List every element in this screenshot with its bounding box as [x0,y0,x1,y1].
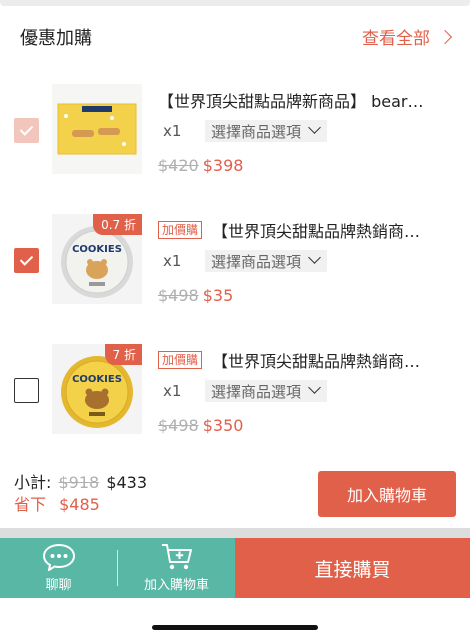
view-all-label: 查看全部 [362,29,430,49]
order-summary: 小計: $918 $433 省下 $485 [14,472,147,516]
sale-price: $398 [202,156,244,175]
item-title-row: 【世界頂尖甜點品牌新商品】 bear… [158,88,448,112]
product-thumbnail[interactable]: COOKIES 0.7 折 [52,214,142,304]
bottom-add-to-cart-button[interactable]: 加入購物車 [118,538,235,598]
sale-price: $350 [202,416,244,435]
add-on-badge: 加價購 [158,351,203,369]
original-price: $498 [158,286,199,305]
variant-label: 選擇商品選項 [211,252,302,271]
product-thumbnail[interactable] [52,84,142,174]
chat-icon [42,543,75,571]
cart-label: 加入購物車 [143,578,209,593]
variant-label: 選擇商品選項 [211,122,302,141]
section-title: 優惠加購 [20,28,92,49]
list-item: COOKIES 7 折 加價購 【世界頂尖甜點品牌熱銷商… x1 選擇商品選項 … [0,340,470,450]
item-checkbox[interactable] [14,248,39,273]
home-indicator [152,625,318,630]
chevron-down-icon [308,251,321,264]
add-on-badge: 加價購 [158,221,203,239]
savings-line: 省下 $485 [14,494,147,516]
list-item: COOKIES 0.7 折 加價購 【世界頂尖甜點品牌熱銷商… x1 選擇商品選… [0,210,470,320]
variant-select[interactable]: 選擇商品選項 [205,380,327,402]
chevron-right-icon [437,29,453,44]
discount-tag: 0.7 折 [93,214,142,235]
variant-select[interactable]: 選擇商品選項 [205,250,327,272]
item-title-row: 加價購 【世界頂尖甜點品牌熱銷商… [158,348,448,372]
thumb-text: COOKIES [72,244,122,255]
original-price: $420 [158,156,199,175]
item-quantity: x1 [163,382,182,400]
item-price: $420 $398 [158,156,243,175]
chevron-down-icon [308,381,321,394]
savings-label: 省下 [14,495,47,514]
item-title-row: 加價購 【世界頂尖甜點品牌熱銷商… [158,218,448,242]
cart-add-icon [161,544,192,570]
header: 優惠加購 查看全部 [0,6,470,66]
sale-price: $35 [202,286,234,305]
chat-label: 聊聊 [45,578,72,593]
item-checkbox[interactable] [14,378,39,403]
item-quantity: x1 [163,252,182,270]
discount-tag: 7 折 [104,344,142,365]
chat-button[interactable]: 聊聊 [0,538,117,598]
thumb-text: COOKIES [72,374,122,385]
buy-now-button[interactable]: 直接購買 [235,538,470,598]
item-title[interactable]: 【世界頂尖甜點品牌熱銷商… [212,218,448,242]
view-all-link[interactable]: 查看全部 [362,24,453,49]
original-price: $498 [158,416,199,435]
check-icon [19,122,34,136]
item-checkbox[interactable] [14,118,39,143]
item-title[interactable]: 【世界頂尖甜點品牌熱銷商… [212,348,448,372]
chevron-down-icon [308,121,321,134]
check-icon [19,252,34,266]
variant-label: 選擇商品選項 [211,382,302,401]
section-divider [0,528,470,538]
add-to-cart-button[interactable]: 加入購物車 [318,471,456,517]
savings-value: $485 [59,495,100,514]
subtotal-line: 小計: $918 $433 [14,472,147,494]
item-price: $498 $350 [158,416,243,435]
bottom-action-bar: 聊聊 加入購物車 直接購買 [0,538,470,598]
item-price: $498 $35 [158,286,233,305]
list-item: 【世界頂尖甜點品牌新商品】 bear… x1 選擇商品選項 $420 $398 [0,80,470,190]
product-thumbnail[interactable]: COOKIES 7 折 [52,344,142,434]
subtotal-value: $433 [106,473,148,492]
subtotal-original: $918 [58,473,100,492]
item-title[interactable]: 【世界頂尖甜點品牌新商品】 bear… [158,88,448,112]
item-quantity: x1 [163,122,182,140]
variant-select[interactable]: 選擇商品選項 [205,120,327,142]
subtotal-label: 小計: [14,473,52,492]
